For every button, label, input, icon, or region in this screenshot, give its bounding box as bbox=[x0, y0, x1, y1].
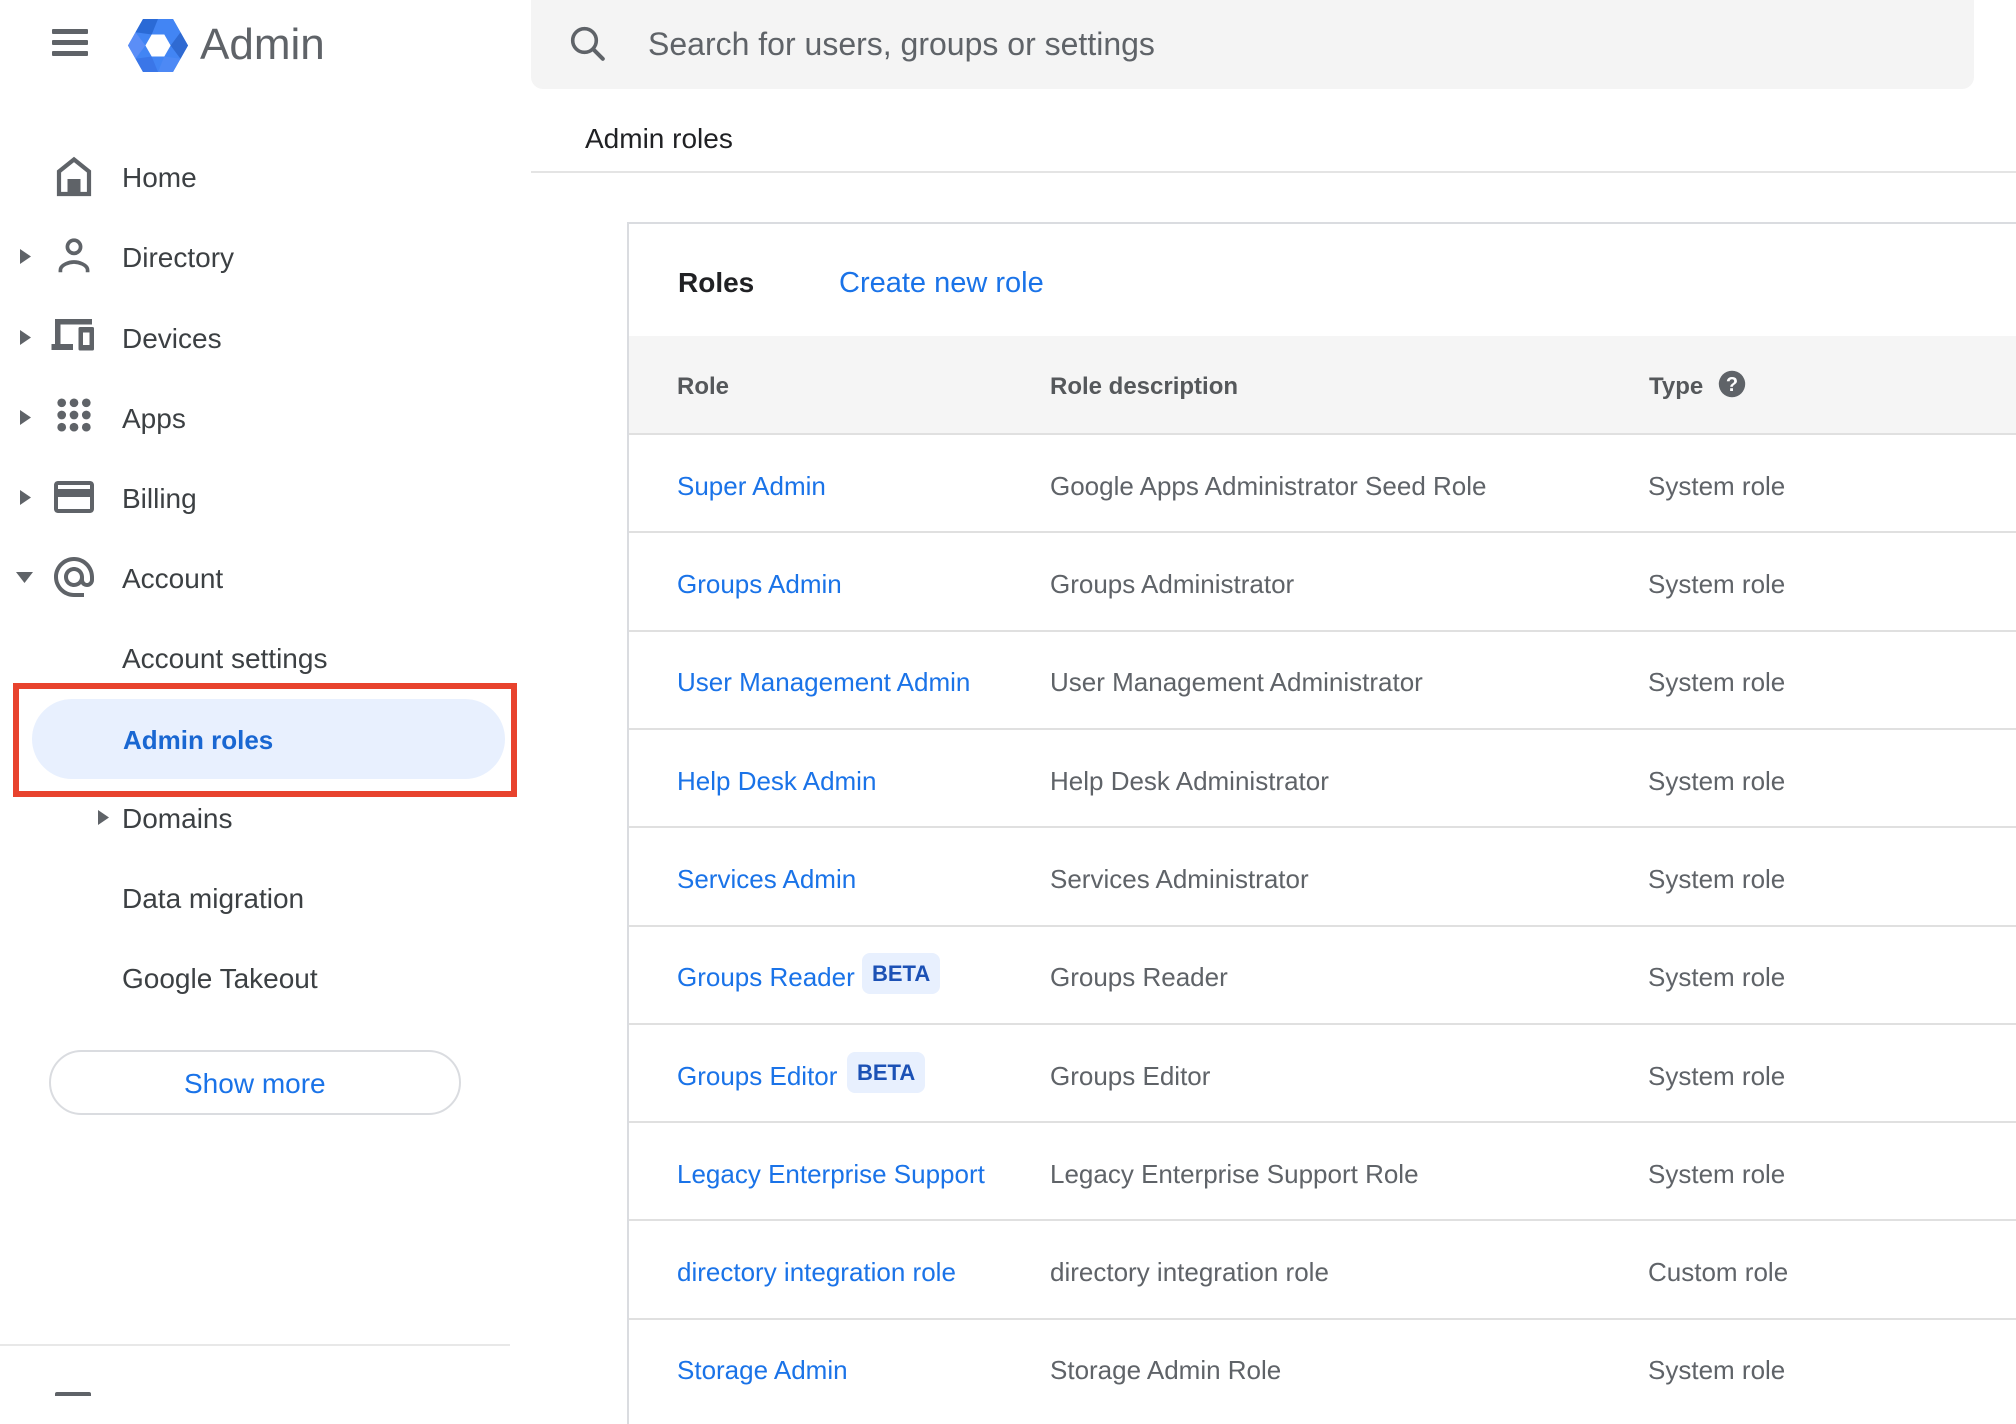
svg-text:?: ? bbox=[1726, 374, 1738, 396]
